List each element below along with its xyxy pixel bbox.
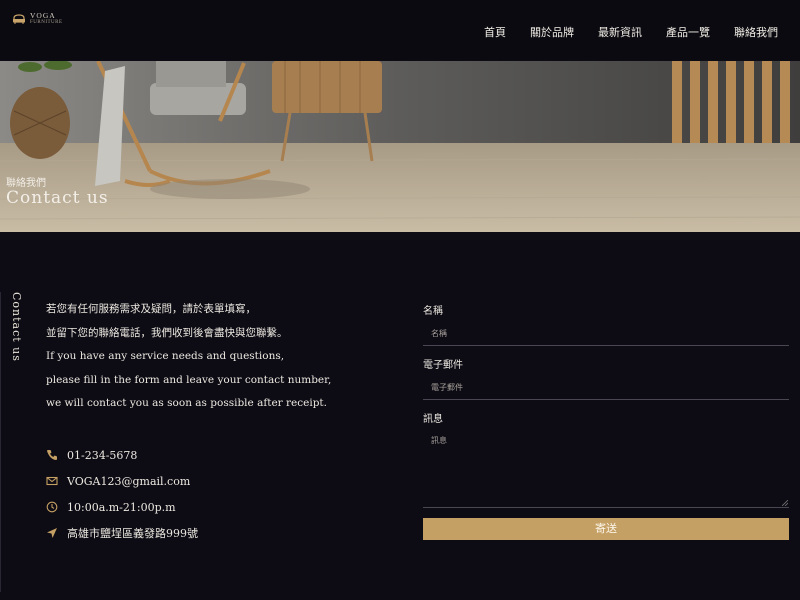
nav-products[interactable]: 產品一覽 [666, 24, 710, 40]
address-row: 高雄市鹽埕區義發路999號 [46, 520, 198, 546]
hours-row: 10:00a.m-21:00p.m [46, 494, 198, 520]
location-arrow-icon [47, 528, 57, 538]
nav-about[interactable]: 關於品牌 [530, 24, 574, 40]
logo-name: VOGA [30, 11, 56, 20]
intro-line: we will contact you as soon as possible … [46, 397, 327, 409]
hero-title: Contact us [6, 188, 109, 208]
name-input[interactable]: 名稱 [423, 323, 789, 346]
email-label: 電子郵件 [423, 360, 463, 371]
message-textarea[interactable]: 訊息 [423, 431, 789, 508]
hero-room-image [0, 61, 800, 232]
intro-line: 並留下您的聯絡電話，我們收到後會盡快與您聯繫。 [46, 326, 288, 339]
email-row: VOGA123@gmail.com [46, 468, 198, 494]
phone-icon [47, 450, 57, 460]
site-header: VOGA FURNITURE 首頁 關於品牌 最新資訊 產品一覽 聯絡我們 [0, 0, 800, 60]
intro-text: 若您有任何服務需求及疑問，請於表單填寫， 並留下您的聯絡電話，我們收到後會盡快與… [46, 298, 386, 416]
armchair-logo-icon [13, 14, 25, 24]
intro-line: please fill in the form and leave your c… [46, 373, 332, 386]
main-nav: 首頁 關於品牌 最新資訊 產品一覽 聯絡我們 [484, 24, 778, 40]
opening-hours: 10:00a.m-21:00p.m [67, 500, 176, 514]
logo-subtitle: FURNITURE [30, 20, 63, 25]
send-button[interactable]: 寄送 [423, 518, 789, 540]
mail-icon [46, 476, 58, 486]
nav-home[interactable]: 首頁 [484, 24, 506, 40]
vertical-section-label: Contact us [10, 292, 23, 362]
contact-form: 名稱 名稱 電子郵件 電子郵件 訊息 訊息 寄送 [423, 302, 789, 540]
nav-news[interactable]: 最新資訊 [598, 24, 642, 40]
hero-banner [0, 61, 800, 232]
email-input[interactable]: 電子郵件 [423, 377, 789, 400]
message-label: 訊息 [423, 414, 443, 425]
email-address[interactable]: VOGA123@gmail.com [67, 475, 190, 488]
phone-number[interactable]: 01-234-5678 [67, 449, 137, 462]
intro-line: 若您有任何服務需求及疑問，請於表單填寫， [46, 303, 256, 315]
name-label: 名稱 [423, 306, 443, 317]
side-divider [0, 292, 1, 592]
phone-row: 01-234-5678 [46, 442, 198, 468]
clock-icon [46, 501, 58, 513]
resize-handle-icon[interactable] [782, 500, 788, 506]
contact-info: 01-234-5678 VOGA123@gmail.com 10:00a.m-2… [46, 442, 198, 546]
message-placeholder: 訊息 [431, 436, 447, 445]
intro-line: If you have any service needs and questi… [46, 350, 285, 362]
hero-subtitle: 聯絡我們 [6, 178, 46, 189]
nav-contact[interactable]: 聯絡我們 [734, 24, 778, 40]
address: 高雄市鹽埕區義發路999號 [67, 527, 198, 540]
logo[interactable]: VOGA FURNITURE [12, 12, 63, 26]
